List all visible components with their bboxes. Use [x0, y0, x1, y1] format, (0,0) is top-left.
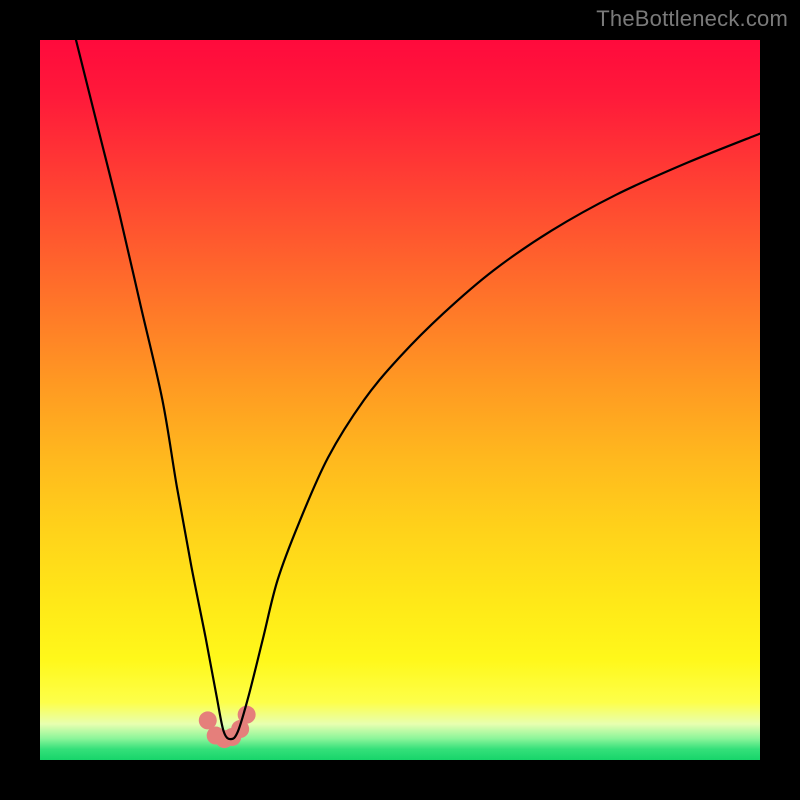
chart-frame: TheBottleneck.com	[0, 0, 800, 800]
plot-area	[40, 40, 760, 760]
plot-svg	[40, 40, 760, 760]
main-curve	[76, 40, 760, 739]
trough-dot	[238, 706, 256, 724]
watermark-text: TheBottleneck.com	[596, 6, 788, 32]
trough-markers	[199, 706, 256, 748]
